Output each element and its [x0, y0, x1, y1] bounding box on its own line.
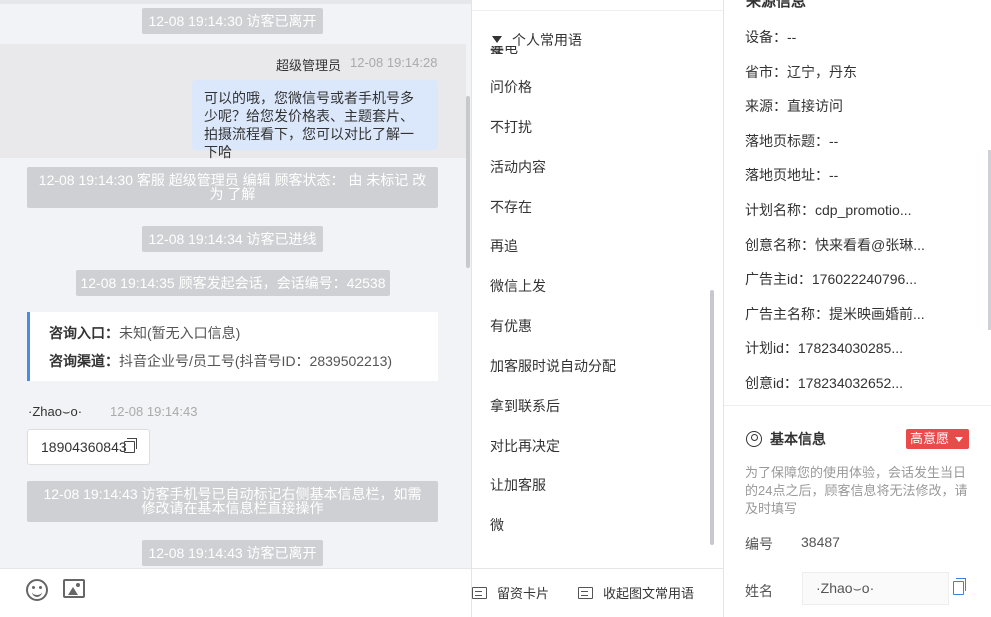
consult-info-card: 咨询入口：未知(暂无入口信息) 咨询渠道：抖音企业号/员工号(抖音号ID：283…: [27, 312, 438, 381]
phrase-item[interactable]: 微信上发: [490, 276, 616, 316]
phrases-scrollbar[interactable]: [710, 290, 714, 545]
user-icon: [746, 431, 762, 447]
chat-scrollbar[interactable]: [466, 96, 470, 268]
system-message-left-1: 12-08 19:14:30 访客已离开: [142, 8, 323, 34]
intent-label: 高意愿: [910, 431, 950, 446]
phrase-item[interactable]: 拿到联系后: [490, 396, 616, 436]
visitor-phone-number: 18904360843: [41, 439, 127, 455]
phrase-item[interactable]: 不存在: [490, 197, 616, 237]
basic-info-title: 基本信息: [770, 431, 826, 447]
consult-channel-label: 咨询渠道：: [49, 353, 119, 369]
consult-entry-value: 未知(暂无入口信息): [119, 325, 241, 341]
source-advertiser-name: 广告主名称：提米映画婚前...: [745, 305, 925, 322]
lead-card-label: 留资卡片: [497, 586, 550, 601]
phrase-item[interactable]: 问价格: [490, 77, 616, 117]
caret-down-icon: [955, 437, 963, 442]
phrase-item[interactable]: 再追: [490, 236, 616, 276]
source-landing-url: 落地页地址：--: [745, 167, 839, 184]
phrase-item[interactable]: 对比再决定: [490, 436, 616, 476]
number-value: 38487: [801, 534, 840, 550]
info-divider: [724, 405, 991, 406]
source-plan-name: 计划名称：cdp_promotio...: [745, 201, 912, 218]
name-input[interactable]: [802, 572, 949, 605]
visitor-timestamp: 12-08 19:14:43: [110, 404, 198, 419]
visitor-phone-bubble: 18904360843: [27, 429, 150, 465]
edit-notice: 为了保障您的使用体验，会话发生当日的24点之后，顾客信息将无法修改，请及时填写: [745, 465, 968, 516]
phrase-list: 问价格 不打扰 活动内容 不存在 再追 微信上发 有优惠 加客服时说自动分配 拿…: [490, 77, 616, 555]
source-advertiser-id: 广告主id：176022240796...: [745, 271, 917, 288]
source-device: 设备：--: [745, 29, 797, 45]
phrase-item[interactable]: 让加客服: [490, 475, 616, 515]
source-info-list: 设备：-- 省市：辽宁，丹东 来源：直接访问 落地页标题：-- 落地页地址：--…: [745, 27, 925, 408]
collapse-phrases-button[interactable]: 收起图文常用语: [578, 583, 694, 602]
source-info-title: 来源信息: [746, 0, 807, 10]
consult-entry-label: 咨询入口：: [49, 325, 119, 341]
chat-top-divider: [0, 0, 471, 4]
consult-channel-row: 咨询渠道：抖音企业号/员工号(抖音号ID：2839502213): [49, 349, 438, 377]
chat-toolbar: [0, 568, 471, 617]
agent-message-bubble: 可以的哦，您微信号或者手机号多少呢？给您发价格表、主题套片、拍摄流程看下，您可以…: [192, 80, 438, 160]
source-landing-title: 落地页标题：--: [745, 132, 839, 149]
copy-icon[interactable]: [953, 578, 966, 595]
source-province-city: 省市：辽宁，丹东: [745, 63, 857, 80]
system-message-phone-marked: 12-08 19:14:43 访客手机号已自动标记右侧基本信息栏，如需修改请在基…: [27, 481, 438, 522]
phrase-item[interactable]: 加客服时说自动分配: [490, 356, 616, 396]
name-label: 姓名: [745, 583, 773, 599]
source-plan-id: 计划id：178234030285...: [745, 340, 903, 357]
consult-channel-value: 抖音企业号/员工号(抖音号ID：2839502213): [119, 353, 393, 369]
system-message-entered: 12-08 19:14:34 访客已进线: [142, 226, 323, 252]
phrases-top-divider: [472, 10, 723, 11]
source-creative-id: 创意id：178234032652...: [745, 374, 903, 391]
system-message-left-2: 12-08 19:14:43 访客已离开: [142, 540, 323, 566]
emoji-icon[interactable]: [26, 579, 48, 601]
basic-info-header: 基本信息: [746, 429, 826, 449]
message-icon: [578, 587, 593, 599]
number-label: 编号: [745, 536, 773, 552]
intent-dropdown[interactable]: 高意愿: [906, 429, 969, 449]
phrase-item-partial[interactable]: 要电话: [490, 46, 530, 54]
phrase-item[interactable]: 活动内容: [490, 157, 616, 197]
phrase-item[interactable]: 微: [490, 515, 616, 555]
system-message-session-start: 12-08 19:14:35 顾客发起会话，会话编号：42538: [76, 270, 390, 296]
agent-name: 超级管理员: [275, 58, 341, 73]
agent-timestamp: 12-08 19:14:28: [350, 55, 438, 70]
phrases-footer: 留资卡片 收起图文常用语: [472, 568, 723, 617]
copy-icon[interactable]: [124, 438, 137, 453]
phrase-item[interactable]: 有优惠: [490, 316, 616, 356]
phrase-item[interactable]: 不打扰: [490, 117, 616, 157]
collapse-phrases-label: 收起图文常用语: [603, 586, 695, 601]
consult-entry-row: 咨询入口：未知(暂无入口信息): [49, 321, 438, 349]
card-icon: [472, 587, 487, 599]
caret-down-icon: [492, 36, 502, 43]
source-creative-name: 创意名称：快来看看@张琳...: [745, 236, 925, 253]
source-origin: 来源：直接访问: [745, 98, 843, 115]
lead-card-button[interactable]: 留资卡片: [472, 583, 549, 602]
system-message-status-change: 12-08 19:14:30 客服 超级管理员 编辑 顾客状态： 由 未标记 改…: [27, 167, 438, 208]
image-icon[interactable]: [63, 579, 85, 598]
visitor-name: ·Zhao⌣o·󠄀󠄀: [28, 404, 83, 419]
customer-info-pane: 来源信息 设备：-- 省市：辽宁，丹东 来源：直接访问 落地页标题：-- 落地页…: [724, 0, 991, 617]
chat-pane: 12-08 19:14:30 访客已离开 超级管理员 12-08 19:14:2…: [0, 0, 472, 617]
phrases-pane: 个人常用语 要电话 问价格 不打扰 活动内容 不存在 再追 微信上发 有优惠 加…: [472, 0, 724, 617]
